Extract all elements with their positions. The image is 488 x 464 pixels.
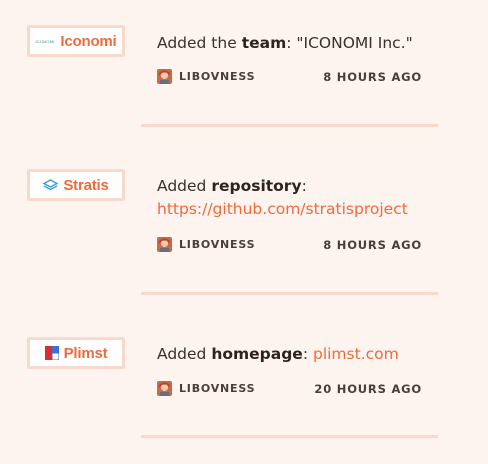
activity-field: repository xyxy=(211,177,302,195)
repository-link[interactable]: https://github.com/stratisproject xyxy=(157,197,408,222)
activity-field: homepage xyxy=(211,345,303,363)
activity-text: Added repository: xyxy=(157,174,307,199)
activity-prefix: Added xyxy=(157,345,212,363)
activity-text: Added the team: "ICONOMI Inc." xyxy=(157,31,413,56)
project-badge-stratis[interactable]: Stratis xyxy=(27,169,125,201)
divider xyxy=(141,435,438,438)
user-avatar xyxy=(157,237,172,252)
project-badge-plimst[interactable]: Plimst xyxy=(27,337,125,369)
iconomi-logo-icon: ICONOMI xyxy=(35,38,55,44)
activity-field: team xyxy=(241,34,287,52)
username: LIBOVNESS xyxy=(179,382,256,395)
plimst-logo-icon xyxy=(44,346,59,360)
user-avatar xyxy=(157,69,172,84)
timestamp: 20 HOURS AGO xyxy=(314,382,422,396)
project-badge-label: Plimst xyxy=(63,344,108,362)
homepage-link[interactable]: plimst.com xyxy=(313,345,399,363)
activity-value: "ICONOMI Inc." xyxy=(296,34,413,52)
activity-prefix: Added xyxy=(157,177,212,195)
project-badge-iconomi[interactable]: ICONOMI Iconomi xyxy=(27,25,125,57)
activity-separator: : xyxy=(286,34,297,52)
activity-user[interactable]: LIBOVNESS xyxy=(157,69,255,84)
project-badge-label: Stratis xyxy=(63,176,109,194)
activity-user[interactable]: LIBOVNESS xyxy=(157,237,255,252)
divider xyxy=(141,292,438,295)
user-avatar xyxy=(157,381,172,396)
divider xyxy=(141,124,438,127)
timestamp: 8 HOURS AGO xyxy=(323,238,422,252)
activity-separator: : xyxy=(301,177,307,195)
activity-user[interactable]: LIBOVNESS xyxy=(157,381,255,396)
activity-prefix: Added the xyxy=(157,34,242,52)
stratis-logo-icon xyxy=(43,178,59,190)
timestamp: 8 HOURS AGO xyxy=(323,70,422,84)
activity-separator: : xyxy=(302,345,313,363)
username: LIBOVNESS xyxy=(179,70,256,83)
username: LIBOVNESS xyxy=(179,238,256,251)
activity-text: Added homepage: plimst.com xyxy=(157,342,399,367)
project-badge-label: Iconomi xyxy=(60,32,117,50)
